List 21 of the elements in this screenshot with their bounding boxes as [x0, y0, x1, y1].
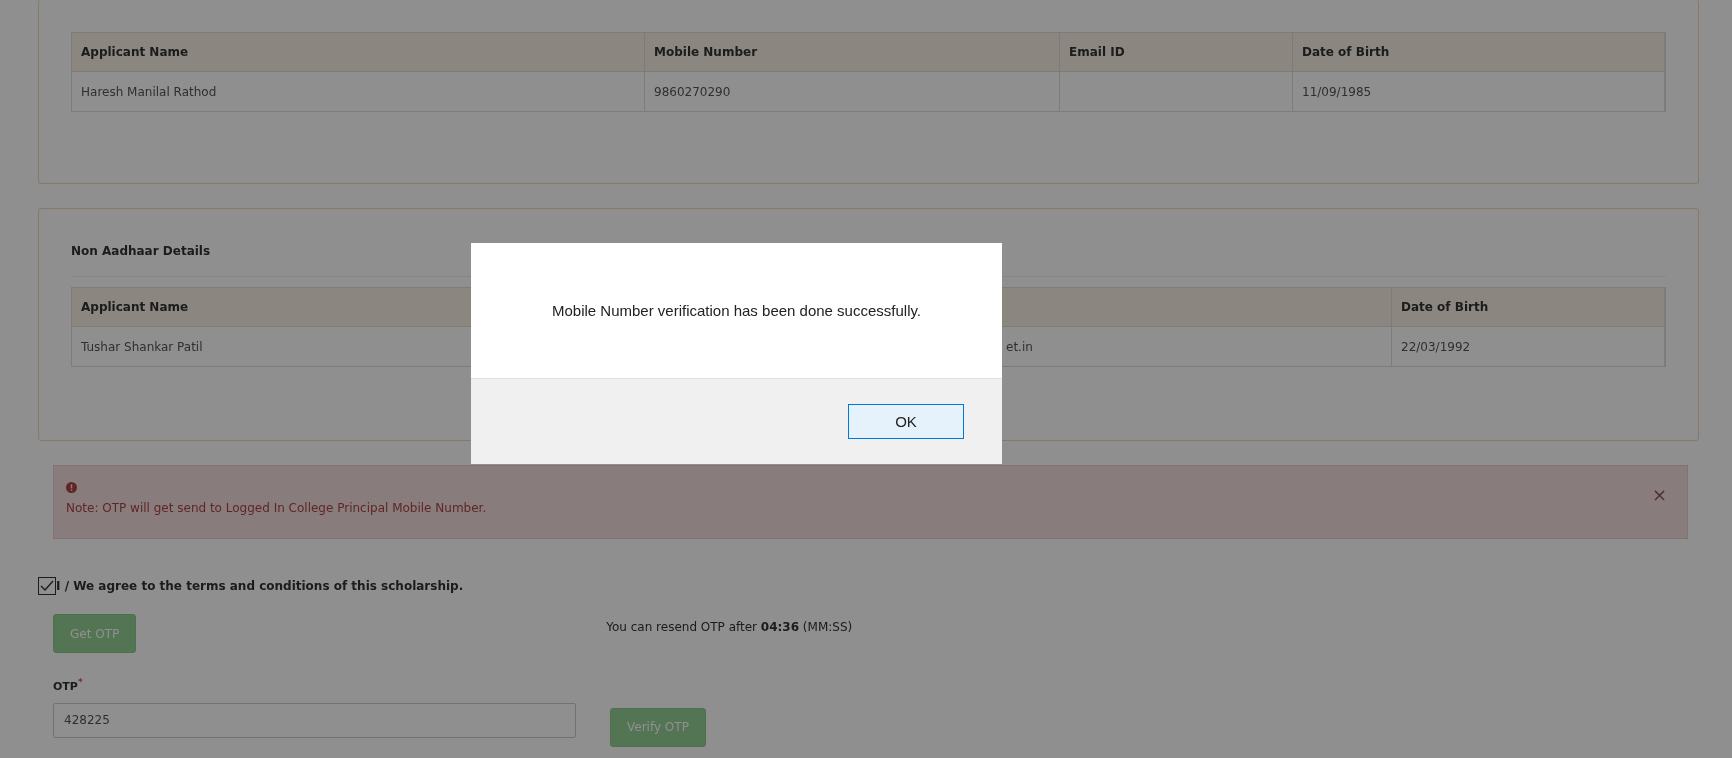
alert-text: Note: OTP will get send to Logged In College Principal Mobile Number. — [66, 501, 487, 515]
table-cell: 22/03/1992 — [1392, 327, 1665, 366]
required-mark: * — [77, 677, 83, 687]
close-button[interactable]: × — [1651, 484, 1667, 505]
table-cell: Haresh Manilal Rathod — [72, 72, 645, 111]
field-label: OTP$^{*}$ — [53, 677, 84, 693]
checkbox-label: I / We agree to the terms and conditions of this scholarship. — [56, 579, 464, 593]
resend-note: You can resend OTP after 04:36 (MM:SS) — [606, 619, 853, 634]
ok-button[interactable]: OK — [848, 404, 964, 439]
table-cell: 11/09/1985 — [1293, 72, 1665, 111]
column-header: Mobile Number — [645, 33, 1060, 72]
checkbox[interactable] — [38, 577, 56, 595]
warning-icon — [66, 482, 77, 493]
column-header: Applicant Name — [72, 288, 472, 327]
column-header: Applicant Name — [72, 33, 645, 72]
column-header: Date of Birth — [1293, 33, 1665, 72]
otp-input[interactable]: 428225 — [53, 702, 576, 738]
column-header: Date of Birth — [1392, 288, 1665, 327]
column-header: Email ID — [1060, 33, 1293, 72]
dialog-message: Mobile Number verification has been done successfully. — [550, 301, 923, 321]
table-cell: 9860270290 — [645, 72, 1060, 111]
